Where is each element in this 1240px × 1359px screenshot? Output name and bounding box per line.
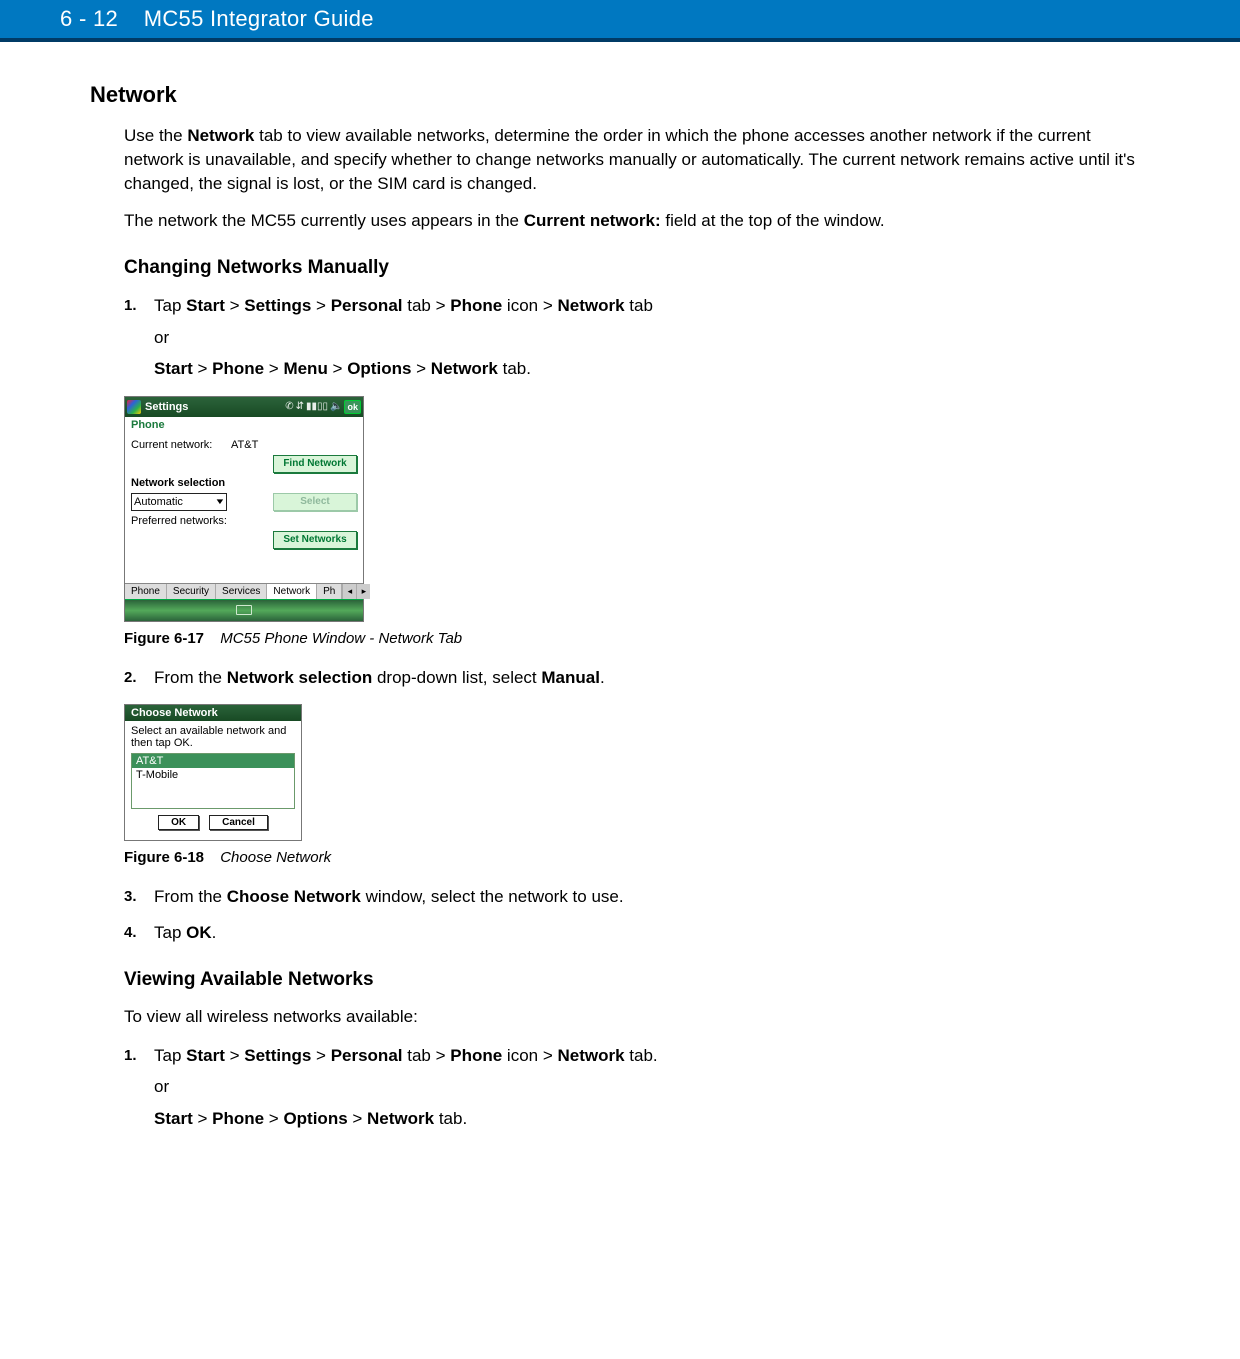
step-3: 3. From the Choose Network window, selec… bbox=[124, 884, 1150, 910]
network-selection-label: Network selection bbox=[131, 477, 225, 489]
ok-button[interactable]: ok bbox=[344, 400, 361, 414]
subsection-changing-manually: Changing Networks Manually bbox=[124, 257, 1150, 279]
page-header: 6 - 12 MC55 Integrator Guide bbox=[0, 0, 1240, 42]
viewing-step-1: 1. Tap Start > Settings > Personal tab >… bbox=[124, 1043, 1150, 1132]
page-number: 6 - 12 bbox=[60, 6, 118, 31]
windows-flag-icon[interactable] bbox=[127, 400, 141, 414]
preferred-networks-label: Preferred networks: bbox=[131, 515, 227, 527]
choose-network-dialog: Choose Network Select an available netwo… bbox=[124, 704, 302, 841]
figure-6-18-screenshot: Choose Network Select an available netwo… bbox=[124, 704, 1150, 841]
sync-icon: ⇵ bbox=[296, 401, 304, 412]
tab-scroll-left[interactable]: ◂ bbox=[342, 584, 356, 599]
current-network-label: Current network: bbox=[131, 439, 231, 451]
dialog-ok-button[interactable]: OK bbox=[158, 815, 199, 830]
tab-security[interactable]: Security bbox=[167, 584, 216, 599]
wm-body: Current network: AT&T Find Network Netwo… bbox=[125, 433, 363, 583]
wm-subtitle: Phone bbox=[125, 417, 363, 433]
keyboard-icon[interactable] bbox=[236, 605, 252, 615]
wm-footer bbox=[125, 599, 363, 621]
system-tray: ✆ ⇵ ▮▮▯▯ 🔈 ok bbox=[285, 400, 361, 414]
network-list[interactable]: AT&T T-Mobile bbox=[131, 753, 295, 809]
wm-titlebar: Settings ✆ ⇵ ▮▮▯▯ 🔈 ok bbox=[125, 397, 363, 417]
viewing-intro: To view all wireless networks available: bbox=[124, 1005, 1150, 1029]
tab-scroll-right[interactable]: ▸ bbox=[356, 584, 370, 599]
chevron-down-icon: ▼ bbox=[214, 497, 225, 506]
speaker-icon: 🔈 bbox=[330, 401, 342, 412]
dialog-title: Choose Network bbox=[125, 705, 301, 721]
wm-title-text: Settings bbox=[145, 401, 188, 413]
list-item[interactable]: AT&T bbox=[132, 754, 294, 768]
subsection-viewing-available: Viewing Available Networks bbox=[124, 969, 1150, 991]
tab-phone[interactable]: Phone bbox=[125, 584, 167, 599]
guide-title: MC55 Integrator Guide bbox=[144, 6, 374, 31]
section-title: Network bbox=[90, 82, 1150, 108]
figure-6-17-caption: Figure 6-17 MC55 Phone Window - Network … bbox=[124, 630, 1150, 647]
signal-icon: ▮▮▯▯ bbox=[306, 401, 328, 412]
tab-network[interactable]: Network bbox=[267, 584, 317, 599]
intro-paragraph-1: Use the Network tab to view available ne… bbox=[124, 124, 1150, 195]
figure-6-17-screenshot: Settings ✆ ⇵ ▮▮▯▯ 🔈 ok Phone Current net… bbox=[124, 396, 1150, 622]
list-item[interactable]: T-Mobile bbox=[132, 768, 294, 782]
network-selection-dropdown[interactable]: Automatic ▼ bbox=[131, 493, 227, 511]
page-content: Network Use the Network tab to view avai… bbox=[0, 42, 1240, 1181]
intro-paragraph-2: The network the MC55 currently uses appe… bbox=[124, 209, 1150, 233]
tab-services[interactable]: Services bbox=[216, 584, 267, 599]
step-4: 4. Tap OK. bbox=[124, 920, 1150, 946]
step-1: 1. Tap Start > Settings > Personal tab >… bbox=[124, 293, 1150, 382]
set-networks-button[interactable]: Set Networks bbox=[273, 531, 357, 549]
dialog-cancel-button[interactable]: Cancel bbox=[209, 815, 268, 830]
find-network-button[interactable]: Find Network bbox=[273, 455, 357, 473]
select-button: Select bbox=[273, 493, 357, 511]
step-2: 2. From the Network selection drop-down … bbox=[124, 665, 1150, 691]
dialog-message: Select an available network and then tap… bbox=[131, 725, 295, 749]
wm-tabbar: Phone Security Services Network Ph ◂ ▸ bbox=[125, 583, 363, 599]
wm-window: Settings ✆ ⇵ ▮▮▯▯ 🔈 ok Phone Current net… bbox=[124, 396, 364, 622]
figure-6-18-caption: Figure 6-18 Choose Network bbox=[124, 849, 1150, 866]
current-network-value: AT&T bbox=[231, 439, 258, 451]
tab-more[interactable]: Ph bbox=[317, 584, 342, 599]
balloon-icon: ✆ bbox=[285, 401, 293, 412]
